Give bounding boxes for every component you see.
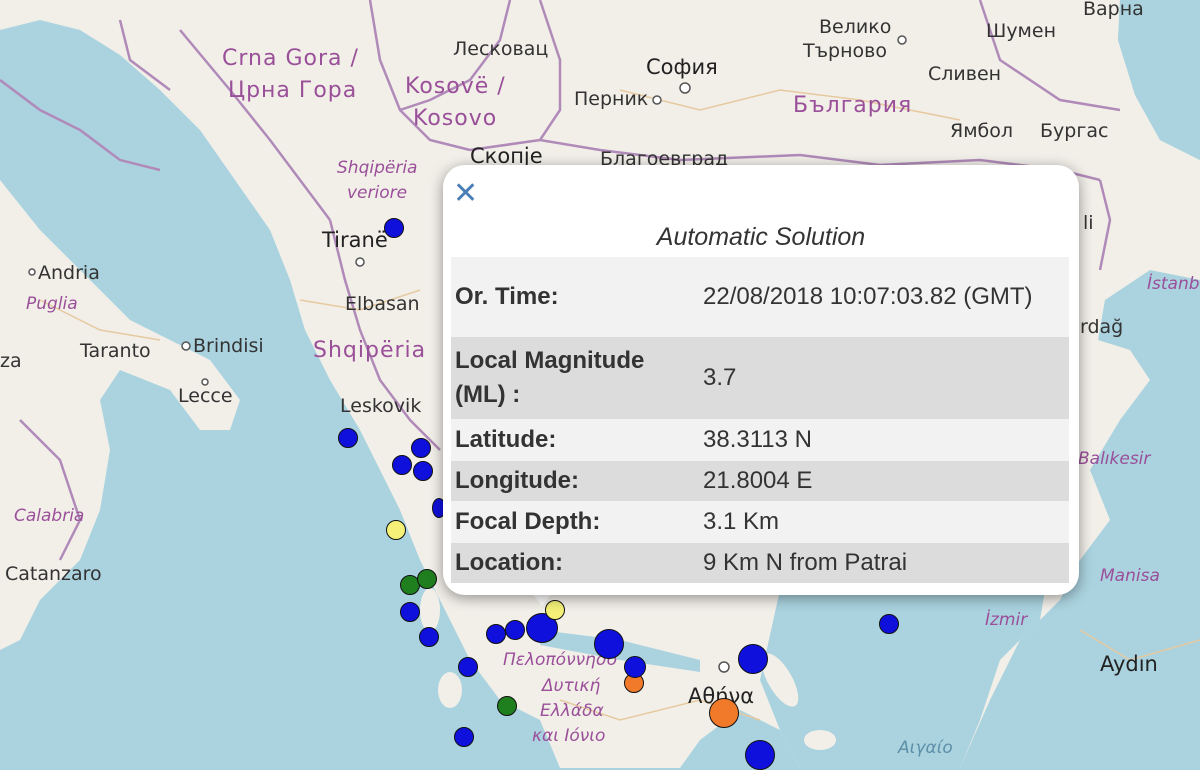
label-calabria: Calabria (14, 506, 85, 526)
label-tarnovo: Търново (803, 40, 887, 62)
label-istanbul: İstanbı (1147, 274, 1200, 294)
earthquake-marker[interactable] (738, 644, 768, 674)
label-tekirdag: rdağ (1080, 316, 1124, 338)
label-tirane: Tiranë (322, 228, 388, 252)
or-time-key: Or. Time: (455, 283, 559, 311)
label-izmir: İzmir (985, 610, 1028, 630)
or-time-value: 22/08/2018 10:07:03.82 (GMT) (703, 283, 1033, 311)
earthquake-marker[interactable] (497, 696, 517, 716)
focal-depth-value: 3.1 Km (703, 508, 780, 536)
label-varna: Варна (1083, 0, 1144, 20)
label-yambol: Ямбол (950, 120, 1014, 142)
table-row: Location: 9 Km N from Patrai (451, 543, 1069, 583)
earthquake-marker[interactable] (505, 620, 525, 640)
earthquake-marker[interactable] (745, 740, 775, 770)
label-za: za (0, 350, 22, 372)
label-shqiperia-veriore-2: veriore (347, 183, 408, 203)
earthquake-marker[interactable] (413, 461, 433, 481)
label-elbasan: Elbasan (345, 293, 420, 315)
label-balikesir: Balıkesir (1078, 449, 1151, 469)
location-value: 9 Km N from Patrai (703, 549, 908, 577)
label-veliko: Велико (819, 16, 892, 38)
focal-depth-key: Focal Depth: (455, 508, 601, 536)
magnitude-value: 3.7 (703, 364, 737, 392)
earthquake-marker[interactable] (386, 520, 406, 540)
earthquake-marker[interactable] (594, 629, 624, 659)
label-puglia: Puglia (26, 294, 78, 314)
label-shqiperia-veriore-1: Shqipëria (337, 158, 418, 178)
earthquake-marker[interactable] (392, 455, 412, 475)
earthquake-marker[interactable] (454, 727, 474, 747)
label-aydin: Aydın (1100, 652, 1158, 676)
table-row: Latitude: 38.3113 N (451, 419, 1069, 461)
earthquake-marker[interactable] (458, 657, 478, 677)
label-sofia: София (646, 55, 718, 79)
label-lecce: Lecce (178, 385, 233, 407)
label-aigaio: Αιγαίο (898, 738, 953, 758)
label-crna-gora: Crna Gora / (222, 46, 359, 71)
earthquake-marker[interactable] (338, 428, 358, 448)
label-kosovo: Kosovë / (405, 74, 506, 99)
earthquake-marker[interactable] (400, 602, 420, 622)
earthquake-info-table: Or. Time: 22/08/2018 10:07:03.82 (GMT) L… (451, 257, 1069, 583)
label-taranto: Taranto (80, 340, 151, 362)
label-brindisi: Brindisi (193, 335, 264, 357)
table-row: Or. Time: 22/08/2018 10:07:03.82 (GMT) (451, 257, 1069, 337)
label-leskovik: Leskovik (340, 395, 422, 417)
close-icon[interactable]: ✕ (453, 179, 478, 209)
longitude-value: 21.8004 E (703, 467, 813, 495)
popup-title: Automatic Solution (656, 223, 866, 251)
earthquake-marker[interactable] (419, 627, 439, 647)
label-dytiki-2: Ελλάδα (540, 701, 604, 721)
label-pernik: Перник (574, 88, 649, 110)
table-row: Focal Depth: 3.1 Km (451, 501, 1069, 543)
label-burgas: Бургас (1040, 120, 1109, 142)
label-crna-gora-cyr: Црна Гора (228, 78, 358, 103)
latitude-value: 38.3113 N (703, 426, 812, 454)
earthquake-marker[interactable] (624, 656, 646, 678)
earthquake-marker[interactable] (411, 438, 431, 458)
longitude-key: Longitude: (455, 467, 579, 495)
earthquake-marker[interactable] (417, 569, 437, 589)
label-bulgaria: България (793, 93, 913, 118)
earthquake-popup: ✕ Automatic Solution Or. Time: 22/08/201… (443, 165, 1079, 595)
label-catanzaro: Catanzaro (5, 563, 102, 585)
latitude-key: Latitude: (455, 426, 557, 454)
earthquake-marker[interactable] (709, 698, 739, 728)
label-kosovo-2: Kosovo (413, 106, 498, 131)
location-key: Location: (455, 549, 563, 577)
earthquake-marker[interactable] (879, 614, 899, 634)
label-leskovac: Лесковац (453, 38, 549, 60)
magnitude-key: Local Magnitude (ML) : (455, 347, 645, 408)
label-li: li (1083, 212, 1094, 234)
label-shumen: Шумен (986, 20, 1057, 42)
earthquake-marker[interactable] (384, 218, 404, 238)
label-andria: Andria (38, 262, 100, 284)
label-dytiki-1: Δυτική (542, 676, 601, 696)
table-row: Longitude: 21.8004 E (451, 461, 1069, 501)
label-skopje: Скопје (470, 144, 543, 168)
earthquake-marker[interactable] (486, 624, 506, 644)
label-manisa: Manisa (1100, 566, 1160, 586)
label-shqiperia: Shqipëria (313, 338, 427, 363)
label-sliven: Сливен (928, 63, 1002, 85)
label-dytiki-3: και Ιόνιο (532, 726, 606, 746)
table-row: Local Magnitude (ML) : 3.7 (451, 337, 1069, 419)
